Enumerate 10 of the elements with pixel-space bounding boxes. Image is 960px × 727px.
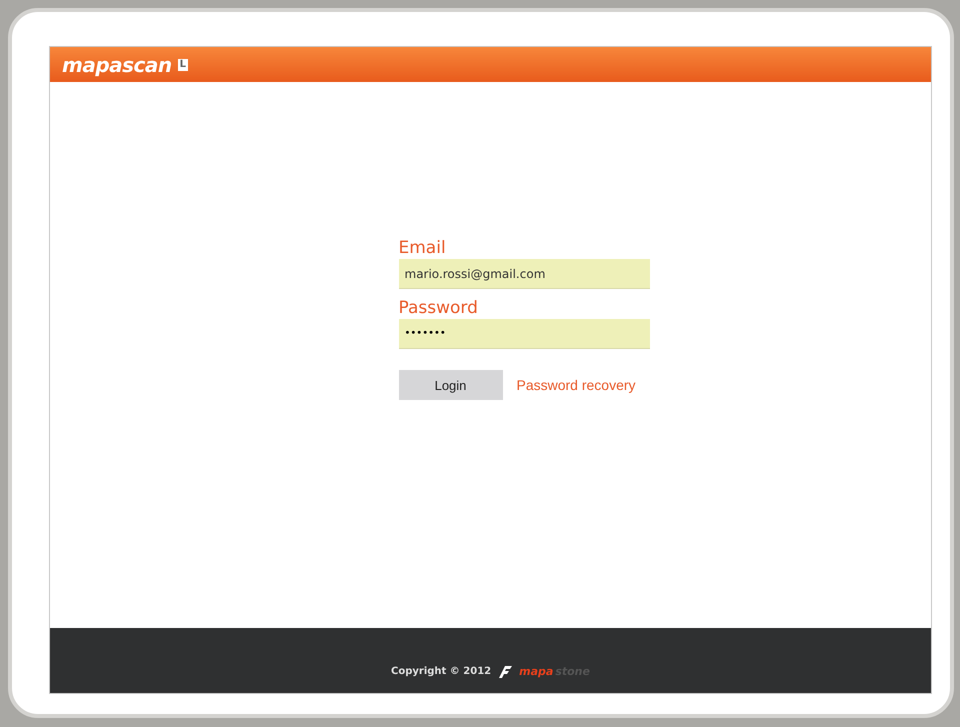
field-label: Password bbox=[398, 297, 479, 319]
logo-badge: L bbox=[178, 58, 188, 70]
copyright-text: Copyright © 2012 bbox=[391, 666, 492, 677]
password-recovery-link[interactable]: Password recovery bbox=[516, 377, 636, 393]
login-button[interactable]: Login bbox=[398, 370, 502, 400]
logo: mapascan bbox=[62, 52, 172, 76]
field-label: Email bbox=[398, 237, 447, 259]
password-field[interactable]: ••••••• bbox=[398, 319, 650, 349]
logo-mark-icon bbox=[497, 664, 514, 678]
email-field[interactable]: mario.rossi@gmail.com bbox=[398, 259, 650, 289]
